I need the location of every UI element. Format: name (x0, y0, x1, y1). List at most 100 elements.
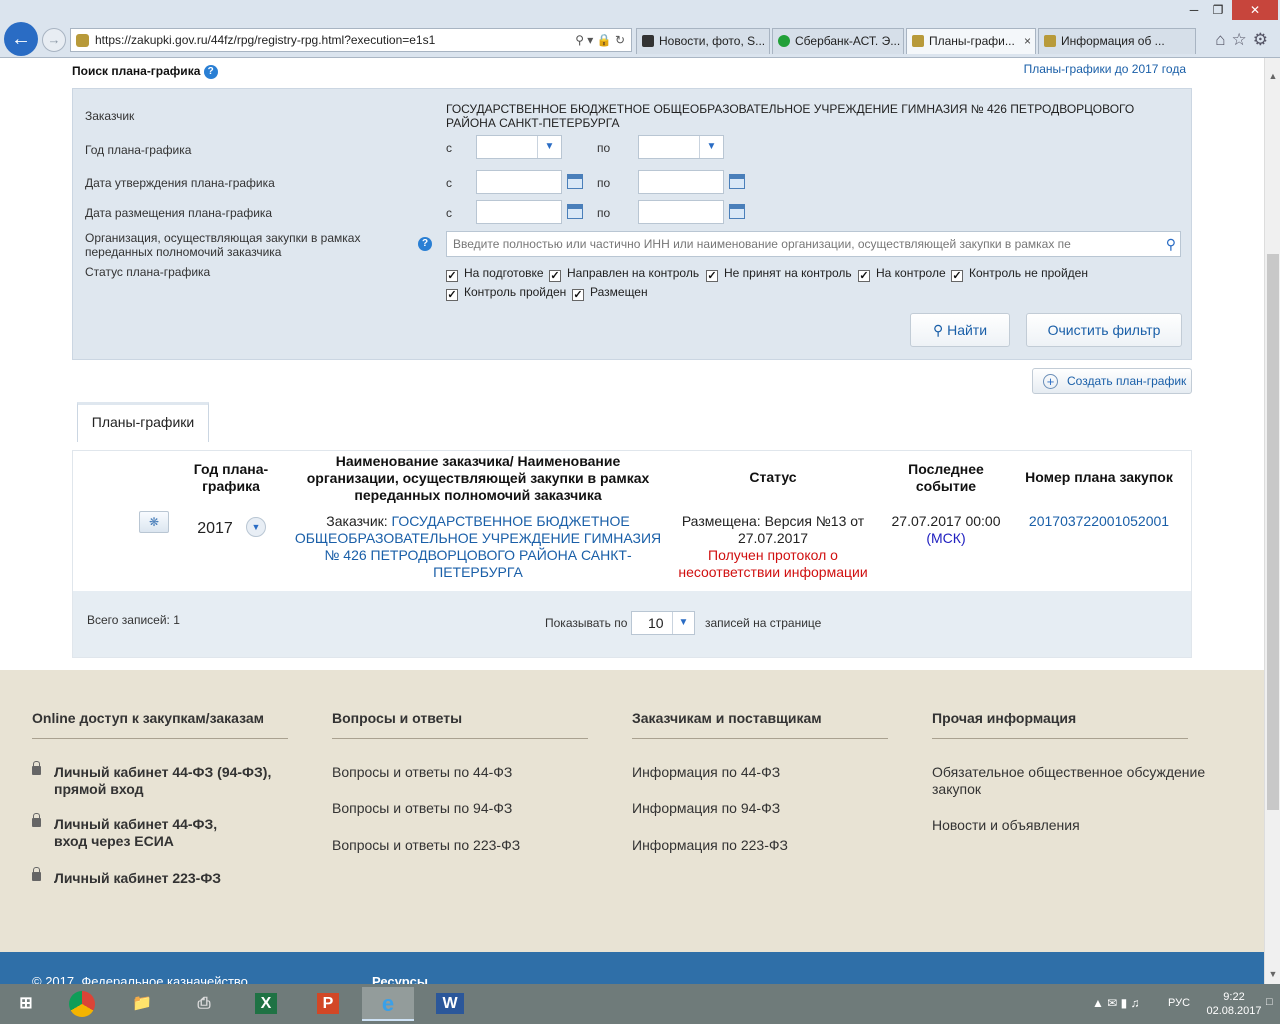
status-checkbox-control-failed[interactable]: ✓ Контроль не пройден (951, 266, 1088, 282)
tab-news[interactable]: Новости, фото, S... (636, 28, 770, 54)
calendar-icon[interactable] (729, 204, 745, 219)
footer-title-online-access: Online доступ к закупкам/заказам (32, 710, 288, 739)
footer-link-public-discussion[interactable]: Обязательное общественное обсуждение зак… (932, 764, 1222, 798)
close-tab-icon[interactable]: × (1024, 29, 1031, 53)
tab-title: Сбербанк-АСТ. Э... (795, 34, 901, 48)
plans-before-2017-link[interactable]: Планы-графики до 2017 года (1024, 62, 1186, 76)
footer-link-qa-44[interactable]: Вопросы и ответы по 44-ФЗ (332, 764, 512, 781)
footer-link-news[interactable]: Новости и объявления (932, 817, 1080, 834)
news-site-icon (642, 35, 654, 47)
footer-link-cabinet-44-direct[interactable]: Личный кабинет 44-ФЗ (94-ФЗ), прямой вхо… (32, 761, 312, 798)
scroll-thumb[interactable] (1267, 254, 1279, 810)
footer-link-text: Личный кабинет 44-ФЗ (94-ФЗ), прямой вхо… (54, 764, 272, 797)
windows-start-icon[interactable]: ⊞ (0, 987, 52, 1021)
lock-icon (32, 813, 41, 827)
placement-date-from-input[interactable] (476, 200, 562, 224)
footer-link-cabinet-223[interactable]: Личный кабинет 223-ФЗ (32, 867, 292, 887)
checkbox-icon[interactable]: ✓ (549, 270, 561, 282)
restore-button[interactable]: ❐ (1208, 0, 1228, 20)
checkbox-icon[interactable]: ✓ (446, 289, 458, 301)
resources-link[interactable]: Ресурсы (372, 974, 428, 984)
plan-document-icon[interactable]: ❋ (139, 511, 169, 533)
footer-link-info-223[interactable]: Информация по 223-ФЗ (632, 837, 788, 854)
status-checkbox-not-accepted[interactable]: ✓ Не принят на контроль (706, 266, 852, 282)
clock[interactable]: 9:22 02.08.2017 (1206, 990, 1262, 1018)
search-icon[interactable]: ⚲ (1166, 232, 1176, 256)
tab-plans-schedules[interactable]: Планы-графи... × (906, 28, 1036, 54)
find-button[interactable]: ⚲ Найти (910, 313, 1010, 347)
year-from-select[interactable]: ▼ (476, 135, 562, 159)
url-text: https://zakupki.gov.ru/44fz/rpg/registry… (95, 33, 436, 47)
address-bar[interactable]: https://zakupki.gov.ru/44fz/rpg/registry… (70, 28, 632, 52)
lock-icon (32, 867, 41, 881)
calendar-icon[interactable] (567, 174, 583, 189)
status-checkbox-published[interactable]: ✓ Размещен (572, 285, 648, 301)
home-icon[interactable]: ⌂ (1215, 30, 1231, 49)
clock-time: 9:22 (1223, 991, 1245, 1003)
powerpoint-icon[interactable]: P (302, 987, 354, 1021)
page-content: Поиск плана-графика ? Планы-графики до 2… (0, 58, 1264, 984)
browser-toolbar-icons[interactable]: ⌂☆⚙ (1215, 30, 1274, 50)
footer-link-qa-94[interactable]: Вопросы и ответы по 94-ФЗ (332, 800, 512, 817)
checkbox-label: На контроле (876, 266, 946, 280)
row-status: Размещена: Версия №13 от 27.07.2017 Полу… (673, 513, 873, 581)
status-checkbox-control-passed[interactable]: ✓ Контроль пройден (446, 285, 566, 301)
excel-icon[interactable]: X (240, 987, 292, 1021)
clear-filter-button[interactable]: Очистить фильтр (1026, 313, 1182, 347)
footer-link-qa-223[interactable]: Вопросы и ответы по 223-ФЗ (332, 837, 520, 854)
checkbox-icon[interactable]: ✓ (858, 270, 870, 282)
address-bar-icons[interactable]: ⚲ ▾ 🔒 ↻ (575, 29, 625, 51)
page-size-value: 10 (648, 615, 664, 631)
placement-to-label: по (597, 206, 611, 220)
page-scrollbar[interactable]: ▲ ▼ (1264, 58, 1280, 984)
language-indicator[interactable]: РУС (1168, 997, 1190, 1009)
favorites-star-icon[interactable]: ☆ (1232, 30, 1253, 49)
forward-button[interactable]: → (42, 28, 66, 52)
row-last-event: 27.07.2017 00:00 (МСК) (881, 513, 1011, 547)
help-icon[interactable]: ? (418, 237, 432, 251)
notifications-icon[interactable]: □ (1266, 996, 1273, 1008)
footer-link-cabinet-44-esia[interactable]: Личный кабинет 44-ФЗ, вход через ЕСИА (32, 813, 252, 850)
close-window-button[interactable]: ✕ (1232, 0, 1278, 20)
chrome-icon[interactable] (56, 987, 108, 1021)
placement-date-to-input[interactable] (638, 200, 724, 224)
tray-icons[interactable]: ▲ ✉ ▮ ♫ (1092, 996, 1140, 1010)
checkbox-icon[interactable]: ✓ (706, 270, 718, 282)
internet-explorer-icon[interactable]: e (362, 987, 414, 1021)
chevron-down-icon[interactable]: ▼ (246, 517, 266, 537)
customer-label: Заказчик (85, 109, 135, 123)
total-records: Всего записей: 1 (87, 613, 180, 627)
tab-plans[interactable]: Планы-графики (77, 402, 209, 442)
scroll-up-arrow-icon[interactable]: ▲ (1265, 68, 1280, 84)
status-checkbox-on-control[interactable]: ✓ На контроле (858, 266, 946, 282)
settings-gear-icon[interactable]: ⚙ (1253, 30, 1274, 49)
tab-title: Планы-графи... (929, 34, 1015, 48)
file-explorer-icon[interactable]: 📁 (116, 987, 168, 1021)
status-checkbox-preparation[interactable]: ✓ На подготовке (446, 266, 544, 282)
last-event-timezone: (МСК) (926, 530, 966, 546)
scanner-icon[interactable]: ⎙ (178, 987, 230, 1021)
calendar-icon[interactable] (729, 174, 745, 189)
org-search-input[interactable]: Введите полностью или частично ИНН или н… (446, 231, 1181, 257)
tab-sberbank-ast[interactable]: Сбербанк-АСТ. Э... (772, 28, 904, 54)
footer-link-info-94[interactable]: Информация по 94-ФЗ (632, 800, 780, 817)
tab-information[interactable]: Информация об ... (1038, 28, 1196, 54)
col-header-plan-number: Номер плана закупок (1025, 469, 1173, 485)
plan-number-link[interactable]: 201703722001052001 (1011, 513, 1187, 530)
create-plan-button[interactable]: + Создать план-график (1032, 368, 1192, 394)
checkbox-icon[interactable]: ✓ (572, 289, 584, 301)
footer-link-info-44[interactable]: Информация по 44-ФЗ (632, 764, 780, 781)
checkbox-icon[interactable]: ✓ (951, 270, 963, 282)
back-button[interactable]: ← (4, 22, 38, 56)
status-checkbox-sent-to-control[interactable]: ✓ Направлен на контроль (549, 266, 699, 282)
checkbox-icon[interactable]: ✓ (446, 270, 458, 282)
help-icon[interactable]: ? (203, 64, 218, 79)
year-to-select[interactable]: ▼ (638, 135, 724, 159)
scroll-down-arrow-icon[interactable]: ▼ (1265, 966, 1280, 982)
word-icon[interactable]: W (424, 987, 476, 1021)
calendar-icon[interactable] (567, 204, 583, 219)
page-size-select[interactable]: 10 ▼ (631, 611, 695, 635)
approval-date-to-input[interactable] (638, 170, 724, 194)
minimize-button[interactable]: ─ (1180, 0, 1208, 20)
approval-date-from-input[interactable] (476, 170, 562, 194)
